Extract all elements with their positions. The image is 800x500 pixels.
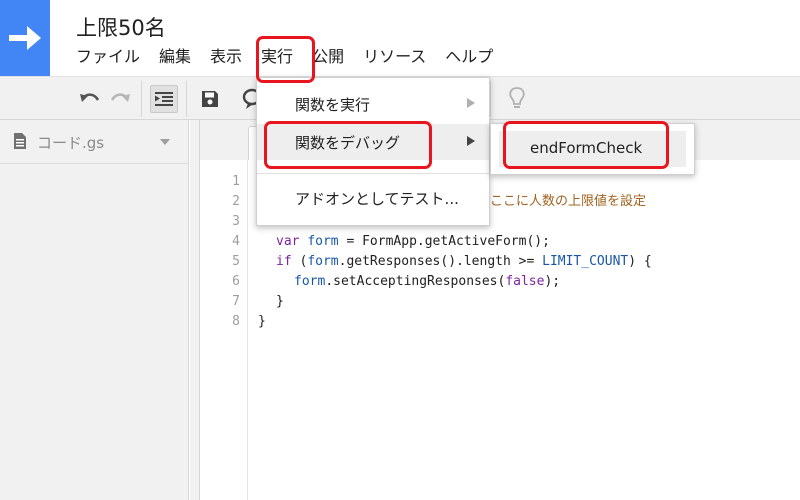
sidebar-splitter[interactable] [190,120,200,500]
code-text: ) { [628,254,652,269]
menu-edit[interactable]: 編集 [159,44,191,70]
idea-button[interactable] [503,85,531,113]
code-text: ); [544,274,561,289]
triangle-right-icon [467,136,475,146]
line-number: 4 [232,234,240,249]
code-identifier: form [307,234,339,249]
app-logo[interactable] [0,0,50,76]
menu-resources[interactable]: リソース [363,44,426,70]
indent-icon [155,92,173,106]
file-item[interactable]: コード.gs [0,120,189,164]
code-text: ( [291,254,308,269]
highlight-debug-function [264,121,432,169]
code-line-6: form.setAcceptingResponses(false); [294,272,560,292]
menu-publish[interactable]: 公開 [312,44,344,70]
indent-button[interactable] [150,85,178,113]
redo-icon [110,93,130,102]
menu-help[interactable]: ヘルプ [445,44,493,70]
menu-item-label: アドオンとしてテスト... [295,190,459,208]
code-text: = FormApp.getActiveForm(); [338,234,550,249]
file-name: コード.gs [37,134,105,152]
code-line-5: if (form.getResponses().length >= LIMIT_… [276,252,652,272]
line-number: 6 [232,274,240,289]
code-keyword: if [276,254,292,269]
project-title[interactable]: 上限50名 [76,12,166,42]
save-icon [202,91,218,107]
triangle-right-icon [467,98,475,108]
highlight-run-menu [256,36,315,83]
code-comment: ここに人数の上限値を設定 [490,194,647,209]
menu-item-label: 関数を実行 [295,96,371,114]
code-identifier: form [294,274,326,289]
line-number: 8 [232,314,240,329]
code-text: .getResponses().length >= [338,254,543,269]
save-button[interactable] [196,85,224,113]
menu-divider [257,173,489,174]
undo-button[interactable] [76,85,104,113]
code-keyword: false [505,274,545,289]
line-number: 1 [232,174,240,189]
code-text: .setAcceptingResponses( [325,274,506,289]
toolbar-divider [141,81,142,117]
document-icon [14,133,26,149]
arrow-right-icon [9,26,41,50]
menu-item-run-function[interactable]: 関数を実行 [257,86,489,122]
highlight-endformcheck [503,121,669,169]
code-line-8: } [258,314,266,329]
menu-item-test-as-addon[interactable]: アドオンとしてテスト... [257,180,489,216]
file-sidebar: コード.gs [0,120,189,500]
line-number: 2 [232,194,240,209]
code-constant: LIMIT_COUNT [542,254,629,269]
toolbar-divider [186,81,187,117]
code-keyword: var [276,234,300,249]
toolbar-divider [490,81,491,117]
undo-icon [80,93,100,102]
line-number: 5 [232,254,240,269]
menu-file[interactable]: ファイル [76,44,140,70]
chevron-down-icon[interactable] [160,139,170,145]
code-line-4: var form = FormApp.getActiveForm(); [276,232,550,252]
code-line-7: } [276,294,284,309]
app-header: 上限50名 ファイル 編集 表示 実行 公開 リソース ヘルプ [0,0,800,76]
line-number: 3 [232,214,240,229]
redo-button[interactable] [106,85,134,113]
menu-view[interactable]: 表示 [210,44,242,70]
lightbulb-icon [509,87,525,108]
code-line-2: ここに人数の上限値を設定 [490,192,646,212]
code-identifier: form [307,254,339,269]
line-number: 7 [232,294,240,309]
